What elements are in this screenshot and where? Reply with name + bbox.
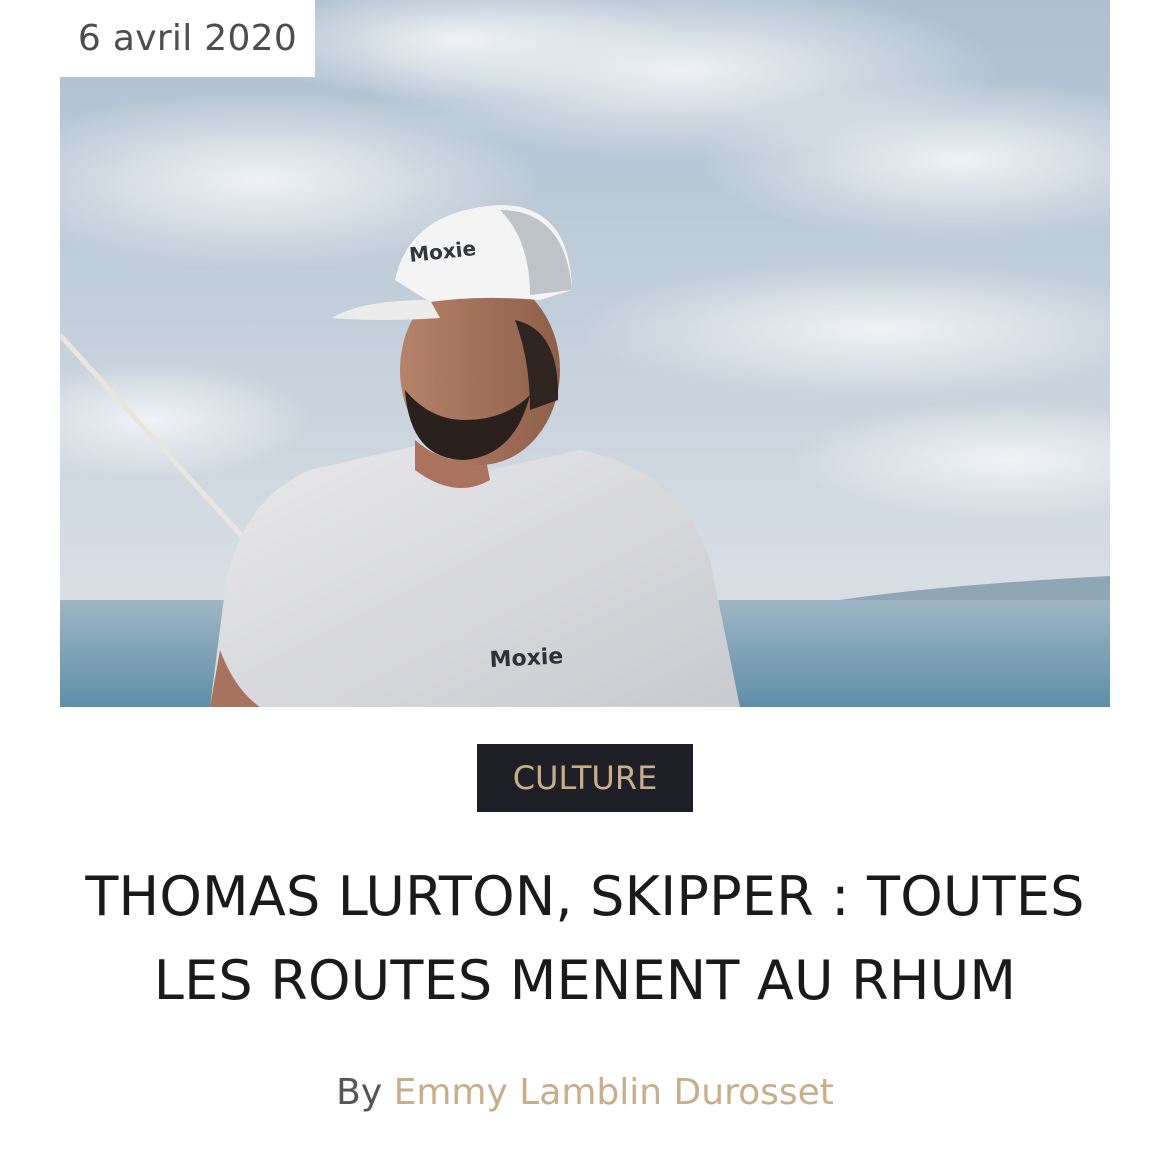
skipper-photo: Moxie Moxie <box>60 0 1110 707</box>
byline-prefix: By <box>336 1072 383 1113</box>
post-date: 6 avril 2020 <box>60 0 315 77</box>
shirt-logo: Moxie <box>489 644 564 673</box>
post-card: Moxie Moxie 6 avril 2020 CULTURE THOMAS … <box>0 0 1170 1151</box>
category-tag[interactable]: CULTURE <box>477 744 693 812</box>
post-title[interactable]: THOMAS LURTON, SKIPPER : TOUTES LES ROUT… <box>40 855 1130 1023</box>
post-featured-image[interactable]: Moxie Moxie <box>60 0 1110 707</box>
byline: By Emmy Lamblin Durosset <box>0 1068 1170 1118</box>
author-link[interactable]: Emmy Lamblin Durosset <box>394 1072 834 1113</box>
